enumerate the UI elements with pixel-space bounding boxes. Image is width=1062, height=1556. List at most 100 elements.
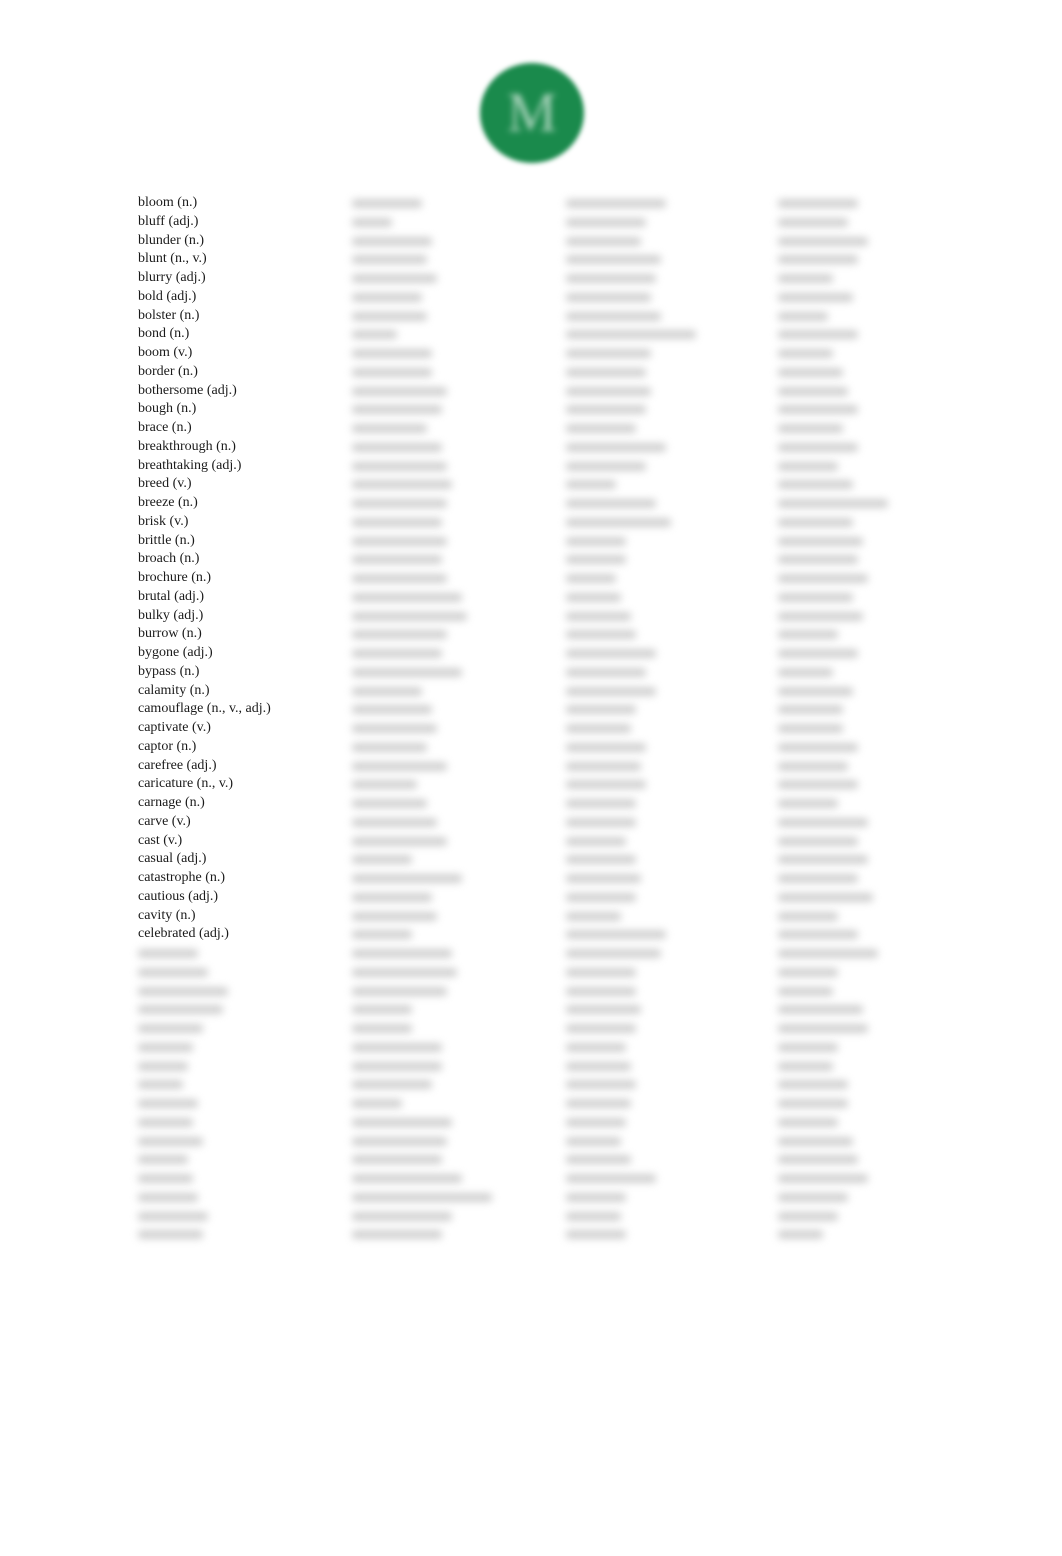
blurred-text — [566, 874, 641, 883]
word-entry: bluff (adj.) — [138, 213, 199, 229]
blurred-text — [778, 780, 858, 790]
blurred-text — [352, 311, 427, 321]
blurred-text — [566, 855, 636, 865]
blurred-text — [778, 799, 838, 808]
blurred-text — [566, 780, 646, 790]
blurred-text — [778, 874, 858, 883]
word-entry: bypass (n.) — [138, 663, 200, 679]
blurred-text — [138, 1192, 198, 1202]
blurred-text — [778, 199, 858, 208]
blurred-text — [352, 1117, 452, 1127]
blurred-text — [138, 967, 208, 977]
blurred-text — [352, 817, 437, 827]
blurred-text — [138, 1061, 188, 1071]
blurred-text — [566, 311, 661, 321]
word-entry: bolster (n.) — [138, 307, 200, 323]
word-entry: boom (v.) — [138, 345, 193, 360]
word-entry: carefree (adj.) — [138, 757, 217, 773]
blurred-text — [566, 405, 646, 415]
blurred-text — [566, 649, 656, 658]
blurred-text — [352, 649, 442, 658]
word-column-1: bloom (n.) bluff (adj.) blunder (n.) blunt … — [138, 194, 271, 1244]
word-entry: breeze (n.) — [138, 495, 198, 510]
word-entry: bond (n.) — [138, 326, 190, 342]
blurred-text — [352, 986, 447, 996]
word-entry: camouflage (n., v., adj.) — [138, 701, 271, 717]
blurred-text — [566, 386, 651, 396]
blurred-text — [138, 1174, 193, 1183]
blurred-text — [352, 761, 447, 771]
blurred-text — [566, 1080, 636, 1090]
blurred-text — [566, 892, 636, 902]
blurred-text — [352, 1174, 462, 1183]
blurred-text — [566, 1230, 626, 1240]
blurred-text — [352, 780, 417, 790]
blurred-text — [352, 892, 432, 902]
blurred-text — [352, 1024, 412, 1033]
blurred-text — [352, 1080, 432, 1090]
blurred-word-entry — [138, 1150, 271, 1169]
blurred-text — [566, 461, 646, 471]
blurred-word-entry — [138, 1094, 271, 1113]
blurred-word-entry — [138, 1057, 271, 1076]
blurred-text — [352, 874, 462, 883]
blurred-text — [778, 499, 888, 508]
blurred-text — [352, 1099, 402, 1108]
blurred-text — [778, 461, 838, 471]
blurred-text — [566, 724, 631, 733]
blurred-text — [778, 761, 848, 771]
word-entry: caricature (n., v.) — [138, 776, 234, 792]
word-entry: breakthrough (n.) — [138, 438, 236, 454]
blurred-text — [778, 311, 828, 321]
blurred-text — [566, 480, 616, 490]
blurred-text — [352, 967, 457, 977]
blurred-text — [778, 555, 858, 565]
blurred-text — [566, 592, 621, 602]
blurred-text — [778, 1099, 848, 1108]
blurred-text — [352, 555, 442, 565]
blurred-text — [566, 836, 626, 846]
blurred-text — [566, 986, 636, 996]
blurred-text — [778, 480, 853, 490]
blurred-text — [566, 517, 671, 527]
blurred-text — [566, 555, 626, 565]
blurred-text — [352, 255, 427, 265]
blurred-text — [778, 1061, 833, 1071]
blurred-text — [138, 1005, 223, 1015]
blurred-text — [352, 911, 437, 921]
blurred-text — [566, 424, 636, 433]
blurred-text — [566, 911, 621, 921]
blurred-text — [778, 536, 863, 546]
blurred-text — [352, 424, 427, 433]
blurred-text — [778, 630, 838, 640]
blurred-text — [778, 405, 858, 415]
blurred-text — [566, 292, 651, 302]
blurred-text — [566, 1136, 621, 1146]
blurred-text — [778, 517, 853, 527]
blurred-text — [352, 1230, 442, 1240]
blurred-text — [778, 855, 868, 865]
blurred-word-entry — [138, 963, 271, 982]
blurred-text — [778, 836, 858, 846]
blurred-text — [566, 442, 666, 452]
blurred-text — [352, 1061, 442, 1071]
blurred-text — [778, 1005, 863, 1015]
blurred-text — [352, 349, 432, 358]
blurred-word-entry — [138, 1188, 271, 1207]
blurred-word-entry — [138, 1038, 271, 1057]
blurred-text — [566, 274, 656, 283]
blurred-text — [352, 592, 462, 602]
blurred-text — [778, 892, 873, 902]
word-entry: breed (v.) — [138, 476, 192, 492]
blurred-text — [778, 349, 833, 358]
blurred-text — [352, 292, 422, 302]
blurred-text — [352, 236, 432, 246]
blurred-text — [778, 424, 843, 433]
blurred-text — [352, 724, 437, 733]
blurred-text — [778, 367, 843, 377]
blurred-text — [566, 761, 641, 771]
blurred-text — [352, 574, 447, 583]
blurred-text — [352, 405, 442, 415]
blurred-text — [352, 442, 442, 452]
blurred-text — [778, 386, 848, 396]
